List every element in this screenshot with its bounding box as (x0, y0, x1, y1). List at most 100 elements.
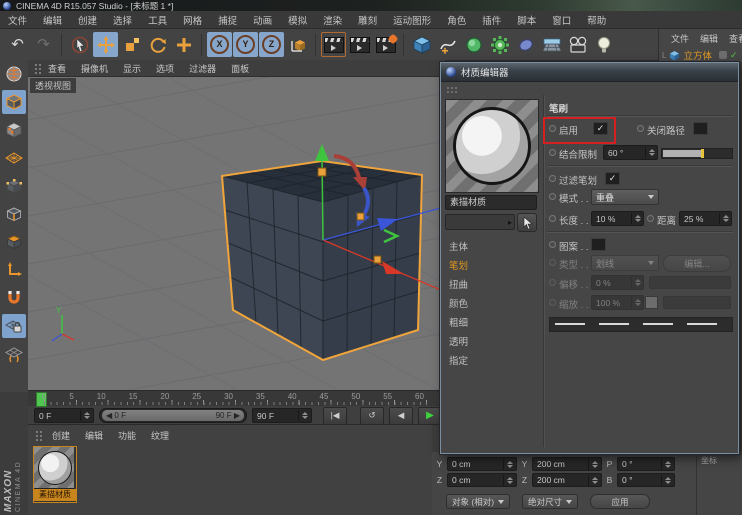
edges-mode-button[interactable] (2, 202, 26, 226)
join-limit-slider[interactable] (661, 148, 733, 159)
redo-button[interactable]: ↷ (31, 32, 56, 57)
menu-character[interactable]: 角色 (447, 13, 466, 27)
length-field[interactable]: 10 % (591, 211, 644, 226)
anim-dot-icon[interactable] (637, 125, 644, 132)
menu-create[interactable]: 创建 (78, 13, 97, 27)
stepper-icon[interactable] (298, 410, 309, 421)
menu-script[interactable]: 脚本 (517, 13, 536, 27)
channel-opacity[interactable]: 透明 (449, 334, 539, 352)
anim-dot-icon[interactable] (549, 215, 556, 222)
enable-axis-button[interactable] (2, 258, 26, 282)
om-menu-file[interactable]: 文件 (671, 32, 689, 45)
workplane-lock-button[interactable] (2, 314, 26, 338)
pos-y-field[interactable]: 0 cm (447, 457, 517, 471)
channel-distort[interactable]: 扭曲 (449, 277, 539, 295)
menu-select[interactable]: 选择 (113, 13, 132, 27)
mm-menu-function[interactable]: 功能 (118, 429, 136, 442)
filter-strokes-checkbox[interactable]: ✓ (605, 172, 620, 185)
vp-menu-view[interactable]: 查看 (48, 62, 66, 75)
undo-button[interactable]: ↶ (5, 32, 30, 57)
channel-main[interactable]: 主体 (449, 239, 539, 257)
menu-animate[interactable]: 动画 (253, 13, 272, 27)
render-settings-button[interactable] (373, 32, 398, 57)
coordinate-system-button[interactable] (285, 32, 310, 57)
workplane-toggle-button[interactable] (2, 342, 26, 366)
close-path-checkbox[interactable] (693, 122, 708, 135)
snap-button[interactable] (2, 286, 26, 310)
pos-z-field[interactable]: 0 cm (447, 473, 517, 487)
enabled-check-icon[interactable]: ✓ (730, 50, 738, 61)
object-row-cube[interactable]: L 立方体 ✓ (659, 45, 742, 62)
dialog-title-bar[interactable]: 材质编辑器 (441, 63, 738, 82)
anim-dot-icon[interactable] (549, 149, 556, 156)
vp-menu-panel[interactable]: 面板 (231, 62, 249, 75)
om-menu-view[interactable]: 查看 (729, 32, 742, 45)
menu-mograph[interactable]: 运动图形 (393, 13, 431, 27)
menu-tools[interactable]: 工具 (148, 13, 167, 27)
channel-thickness[interactable]: 粗细 (449, 315, 539, 333)
anim-dot-icon[interactable] (647, 215, 654, 222)
mm-menu-texture[interactable]: 纹理 (151, 429, 169, 442)
play-reverse-button[interactable]: ↺ (360, 407, 384, 425)
material-preview[interactable] (445, 99, 539, 193)
join-limit-field[interactable]: 60 ° (603, 145, 658, 160)
move-tool-button[interactable] (93, 32, 118, 57)
menu-render[interactable]: 渲染 (323, 13, 342, 27)
lock-z-axis-button[interactable]: Z (259, 32, 284, 57)
channel-strokes[interactable]: 笔划 (449, 258, 539, 276)
last-tool-button[interactable] (171, 32, 196, 57)
live-selection-button[interactable] (67, 32, 92, 57)
menu-simulate[interactable]: 模拟 (288, 13, 307, 27)
coords-mode-dropdown[interactable]: 对象 (相对) (446, 494, 510, 509)
mm-menu-edit[interactable]: 编辑 (85, 429, 103, 442)
menu-snap[interactable]: 捕捉 (218, 13, 237, 27)
rot-p-field[interactable]: 0 ° (617, 457, 675, 471)
render-view-button[interactable] (321, 32, 346, 57)
rotate-tool-button[interactable] (145, 32, 170, 57)
preview-type-dropdown[interactable]: ▸ (445, 214, 515, 230)
vp-menu-camera[interactable]: 摄像机 (81, 62, 108, 75)
mode-dropdown[interactable]: 重叠 (591, 189, 659, 205)
channel-assign[interactable]: 指定 (449, 353, 539, 371)
menu-window[interactable]: 窗口 (552, 13, 571, 27)
material-name-field[interactable]: 素描材质 (445, 195, 537, 210)
camera-button[interactable] (565, 32, 590, 57)
pattern-checkbox[interactable] (591, 238, 606, 251)
grip-icon[interactable] (447, 87, 449, 89)
make-editable-button[interactable] (2, 62, 26, 86)
anim-dot-icon[interactable] (549, 193, 556, 200)
add-cube-button[interactable] (409, 32, 434, 57)
timeline-ruler[interactable]: 05 1015 2025 3035 4045 5055 60 (28, 391, 442, 406)
menu-sculpt[interactable]: 雕刻 (358, 13, 377, 27)
current-frame-field[interactable]: 0 F (34, 408, 94, 423)
size-z-field[interactable]: 200 cm (532, 473, 602, 487)
menu-plugins[interactable]: 插件 (482, 13, 501, 27)
rot-b-field[interactable]: 0 ° (617, 473, 675, 487)
lock-y-axis-button[interactable]: Y (233, 32, 258, 57)
grip-icon[interactable] (36, 431, 38, 433)
menu-mesh[interactable]: 网格 (183, 13, 202, 27)
material-thumbnail[interactable]: 素描材质 (33, 446, 77, 503)
generator-button[interactable] (487, 32, 512, 57)
environment-button[interactable] (539, 32, 564, 57)
perspective-viewport[interactable]: Y 查看 摄像机 显示 选项 过滤器 面板 透视视图 (28, 60, 445, 390)
light-button[interactable] (591, 32, 616, 57)
render-region-button[interactable] (347, 32, 372, 57)
step-back-button[interactable]: ◀ (389, 407, 413, 425)
spline-pen-button[interactable] (435, 32, 460, 57)
subdivision-surface-button[interactable] (461, 32, 486, 57)
menu-help[interactable]: 帮助 (587, 13, 606, 27)
distance-field[interactable]: 25 % (679, 211, 732, 226)
vp-menu-options[interactable]: 选项 (156, 62, 174, 75)
size-y-field[interactable]: 200 cm (532, 457, 602, 471)
polygons-mode-button[interactable] (2, 230, 26, 254)
play-button[interactable]: ▶ (418, 407, 442, 425)
channel-color[interactable]: 颜色 (449, 296, 539, 314)
coords-size-dropdown[interactable]: 绝对尺寸 (522, 494, 578, 509)
menu-edit[interactable]: 编辑 (43, 13, 62, 27)
om-menu-edit[interactable]: 编辑 (700, 32, 718, 45)
pick-material-button[interactable] (517, 213, 537, 232)
model-mode-button[interactable] (2, 90, 26, 114)
layer-dot-icon[interactable] (719, 51, 727, 59)
goto-start-button[interactable]: |◀ (323, 407, 347, 425)
